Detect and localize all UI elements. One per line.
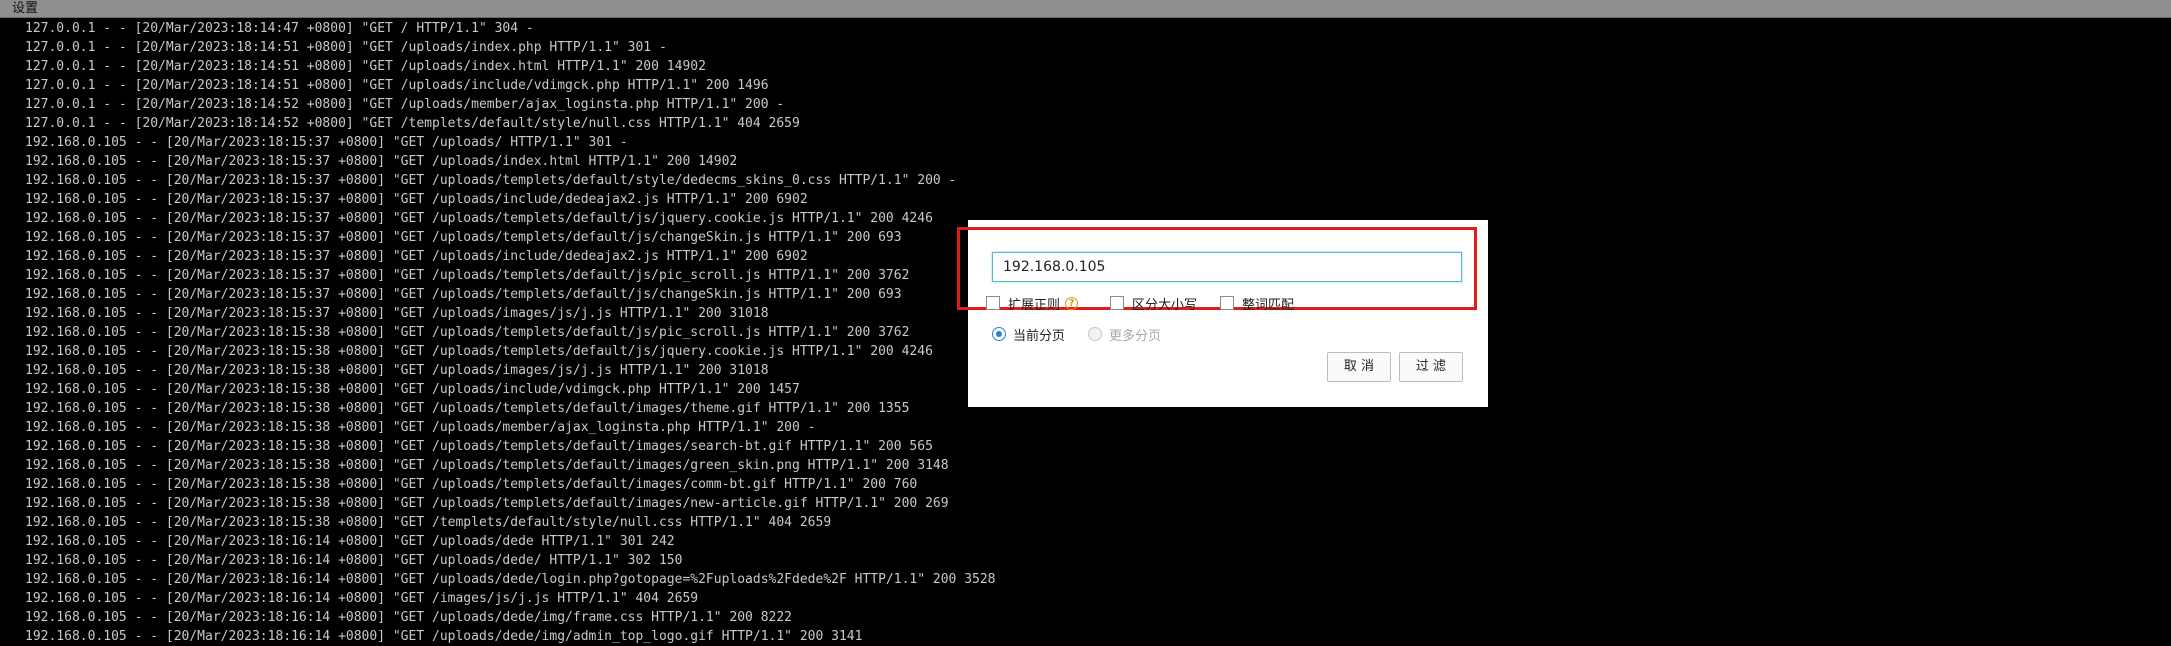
log-line: 192.168.0.105 - - [20/Mar/2023:18:15:38 … <box>25 382 800 397</box>
scope-more-label: 更多分页 <box>1109 328 1162 344</box>
whole-word-label: 整词匹配 <box>1242 297 1295 313</box>
log-line: 192.168.0.105 - - [20/Mar/2023:18:15:38 … <box>25 496 949 511</box>
log-line: 192.168.0.105 - - [20/Mar/2023:18:15:37 … <box>25 268 910 283</box>
case-sensitive-label: 区分大小写 <box>1132 297 1198 313</box>
scope-current-option[interactable]: 当前分页 <box>992 325 1066 344</box>
log-line: 192.168.0.105 - - [20/Mar/2023:18:15:38 … <box>25 401 910 416</box>
log-line: 192.168.0.105 - - [20/Mar/2023:18:16:14 … <box>25 534 675 549</box>
regex-checkbox[interactable] <box>986 296 1000 310</box>
log-line: 127.0.0.1 - - [20/Mar/2023:18:14:52 +080… <box>25 97 785 112</box>
log-line: 192.168.0.105 - - [20/Mar/2023:18:15:38 … <box>25 420 816 435</box>
help-icon[interactable]: ? <box>1065 296 1079 310</box>
scope-current-label: 当前分页 <box>1013 328 1066 344</box>
filter-dialog: 扩展正则 ? 区分大小写 整词匹配 当前分页 更多分页 取 消 过 滤 <box>957 220 1488 407</box>
log-line: 127.0.0.1 - - [20/Mar/2023:18:14:51 +080… <box>25 40 667 55</box>
log-line: 192.168.0.105 - - [20/Mar/2023:18:15:37 … <box>25 230 902 245</box>
log-line: 192.168.0.105 - - [20/Mar/2023:18:15:37 … <box>25 173 957 188</box>
log-line: 192.168.0.105 - - [20/Mar/2023:18:15:38 … <box>25 325 910 340</box>
log-line: 192.168.0.105 - - [20/Mar/2023:18:15:38 … <box>25 515 832 530</box>
scope-more-option: 更多分页 <box>1088 325 1162 344</box>
log-line: 192.168.0.105 - - [20/Mar/2023:18:15:38 … <box>25 344 933 359</box>
scope-more-radio <box>1088 327 1102 341</box>
filter-input[interactable] <box>992 252 1462 282</box>
filter-button[interactable]: 过 滤 <box>1399 352 1463 382</box>
log-line: 192.168.0.105 - - [20/Mar/2023:18:15:37 … <box>25 287 902 302</box>
log-line: 192.168.0.105 - - [20/Mar/2023:18:15:38 … <box>25 363 769 378</box>
log-line: 192.168.0.105 - - [20/Mar/2023:18:15:37 … <box>25 306 769 321</box>
log-line: 192.168.0.105 - - [20/Mar/2023:18:16:14 … <box>25 553 683 568</box>
menu-bar: 设置 <box>0 0 2171 18</box>
log-line: 192.168.0.105 - - [20/Mar/2023:18:15:37 … <box>25 135 628 150</box>
case-sensitive-option[interactable]: 区分大小写 <box>1110 294 1198 313</box>
log-line: 192.168.0.105 - - [20/Mar/2023:18:15:38 … <box>25 439 933 454</box>
log-line: 192.168.0.105 - - [20/Mar/2023:18:16:14 … <box>25 610 793 625</box>
log-line: 192.168.0.105 - - [20/Mar/2023:18:15:37 … <box>25 154 738 169</box>
cancel-button[interactable]: 取 消 <box>1327 352 1391 382</box>
whole-word-checkbox[interactable] <box>1220 296 1234 310</box>
log-line: 127.0.0.1 - - [20/Mar/2023:18:14:47 +080… <box>25 21 534 36</box>
log-line: 192.168.0.105 - - [20/Mar/2023:18:15:38 … <box>25 477 918 492</box>
scope-current-radio[interactable] <box>992 327 1006 341</box>
settings-menu[interactable]: 设置 <box>12 1 38 17</box>
log-line: 192.168.0.105 - - [20/Mar/2023:18:15:38 … <box>25 458 949 473</box>
regex-label: 扩展正则 <box>1008 297 1061 313</box>
log-line: 127.0.0.1 - - [20/Mar/2023:18:14:51 +080… <box>25 78 769 93</box>
log-line: 192.168.0.105 - - [20/Mar/2023:18:16:14 … <box>25 591 699 606</box>
whole-word-option[interactable]: 整词匹配 <box>1220 294 1295 313</box>
log-line: 192.168.0.105 - - [20/Mar/2023:18:16:14 … <box>25 629 863 644</box>
regex-option[interactable]: 扩展正则 ? <box>986 294 1079 313</box>
log-line: 192.168.0.105 - - [20/Mar/2023:18:15:37 … <box>25 211 933 226</box>
log-line: 127.0.0.1 - - [20/Mar/2023:18:14:52 +080… <box>25 116 800 131</box>
log-line: 192.168.0.105 - - [20/Mar/2023:18:15:37 … <box>25 249 808 264</box>
case-sensitive-checkbox[interactable] <box>1110 296 1124 310</box>
log-line: 127.0.0.1 - - [20/Mar/2023:18:14:51 +080… <box>25 59 706 74</box>
log-line: 192.168.0.105 - - [20/Mar/2023:18:15:37 … <box>25 192 808 207</box>
log-line: 192.168.0.105 - - [20/Mar/2023:18:16:14 … <box>25 572 996 587</box>
